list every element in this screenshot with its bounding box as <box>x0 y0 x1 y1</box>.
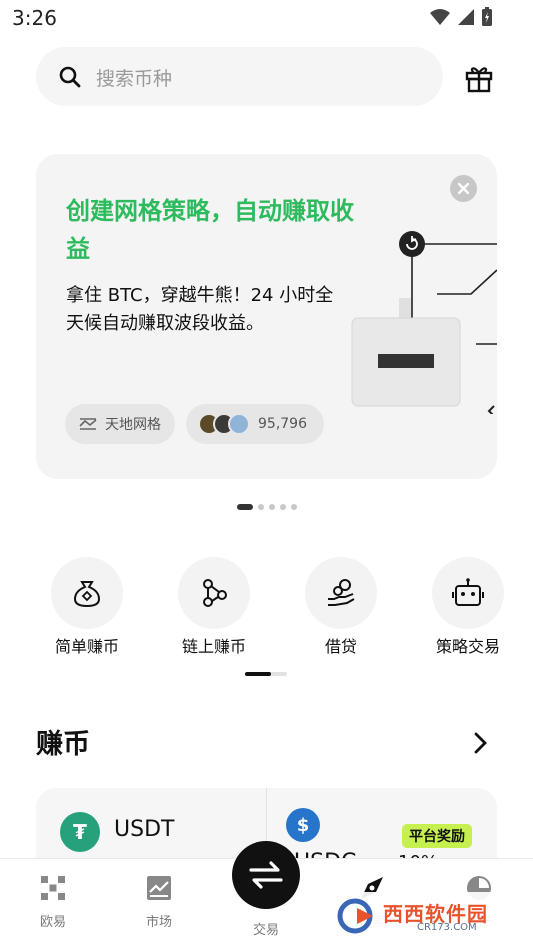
banner-pagination <box>237 504 297 510</box>
status-icons <box>429 7 493 27</box>
earn-section-title: 赚币 <box>36 729 90 760</box>
status-time: 3:26 <box>12 6 57 30</box>
search-row: 搜索币种 <box>36 47 496 107</box>
quick-action-circle <box>432 557 504 629</box>
participants-chip: 95,796 <box>186 404 324 444</box>
moneybag-icon <box>73 581 101 608</box>
quick-action-label: 借贷 <box>324 637 357 656</box>
tab-trade[interactable] <box>232 841 300 909</box>
quick-action-circle <box>178 557 250 629</box>
quick-action-loan[interactable]: 借贷 <box>281 557 401 657</box>
avatar-group <box>198 413 250 435</box>
nodes-icon <box>203 579 227 607</box>
pager-dot[interactable] <box>280 504 286 510</box>
chevron-right-icon[interactable] <box>472 731 488 755</box>
close-icon[interactable] <box>450 175 477 202</box>
pager-dot[interactable] <box>269 504 275 510</box>
tab-market[interactable]: 市场 <box>119 875 199 930</box>
signal-icon <box>458 9 474 25</box>
tab-label: 市场 <box>145 915 172 930</box>
watermark-subtext: CR173.COM <box>417 922 477 933</box>
pager-dot[interactable] <box>258 504 264 510</box>
quick-actions: 简单赚币 链上赚币 借贷 策略交易 <box>0 557 533 657</box>
usdt-label: USDT <box>114 817 175 842</box>
search-input[interactable]: 搜索币种 <box>36 47 443 106</box>
strategy-tag-label: 天地网格 <box>105 417 161 433</box>
okx-logo-icon <box>41 876 65 900</box>
watermark: 西西软件园 CR173.COM <box>333 892 519 940</box>
chart-icon <box>147 876 171 900</box>
usdt-logo-icon: ₮ <box>60 812 100 852</box>
wifi-icon <box>430 9 450 25</box>
watermark-logo-icon <box>337 898 373 934</box>
swap-icon <box>249 861 283 889</box>
tab-label: 交易 <box>252 923 279 938</box>
tab-label: 欧易 <box>39 915 66 930</box>
quick-action-label: 简单赚币 <box>54 637 119 656</box>
banner-description: 拿住 BTC，穿越牛熊！24 小时全天候自动赚取波段收益。 <box>66 285 334 334</box>
tab-okx[interactable]: 欧易 <box>13 875 93 930</box>
usdc-logo-icon: $ <box>286 808 320 842</box>
robot-icon <box>452 578 484 606</box>
banner-title: 创建网格策略，自动赚取收益 <box>66 197 354 263</box>
promo-banner[interactable]: 创建网格策略，自动赚取收益 拿住 BTC，穿越牛熊！24 小时全天候自动赚取波段… <box>36 154 497 479</box>
quick-action-label: 链上赚币 <box>181 637 246 656</box>
quick-action-circle <box>51 557 123 629</box>
quick-action-strategy[interactable]: 策略交易 <box>408 557 528 657</box>
reward-badge: 平台奖励 <box>402 824 472 848</box>
avatar <box>228 413 250 435</box>
participants-count: 95,796 <box>258 416 307 432</box>
scroll-thumb <box>245 672 271 676</box>
quick-action-simple-earn[interactable]: 简单赚币 <box>27 557 147 657</box>
status-bar: 3:26 <box>0 0 533 36</box>
gift-icon[interactable] <box>464 63 494 93</box>
quick-action-circle <box>305 557 377 629</box>
quick-action-onchain-earn[interactable]: 链上赚币 <box>154 557 274 657</box>
search-icon <box>59 66 81 88</box>
pager-dot[interactable] <box>291 504 297 510</box>
grid-robot-illustration <box>351 231 497 414</box>
battery-icon <box>482 7 492 26</box>
quick-action-label: 策略交易 <box>435 637 500 656</box>
pager-dot-active[interactable] <box>237 504 253 510</box>
search-placeholder: 搜索币种 <box>96 68 173 90</box>
coin-hand-icon <box>328 579 355 606</box>
grid-strategy-icon <box>79 418 97 430</box>
quick-actions-scroll-indicator <box>245 672 287 676</box>
strategy-tag[interactable]: 天地网格 <box>65 404 175 444</box>
